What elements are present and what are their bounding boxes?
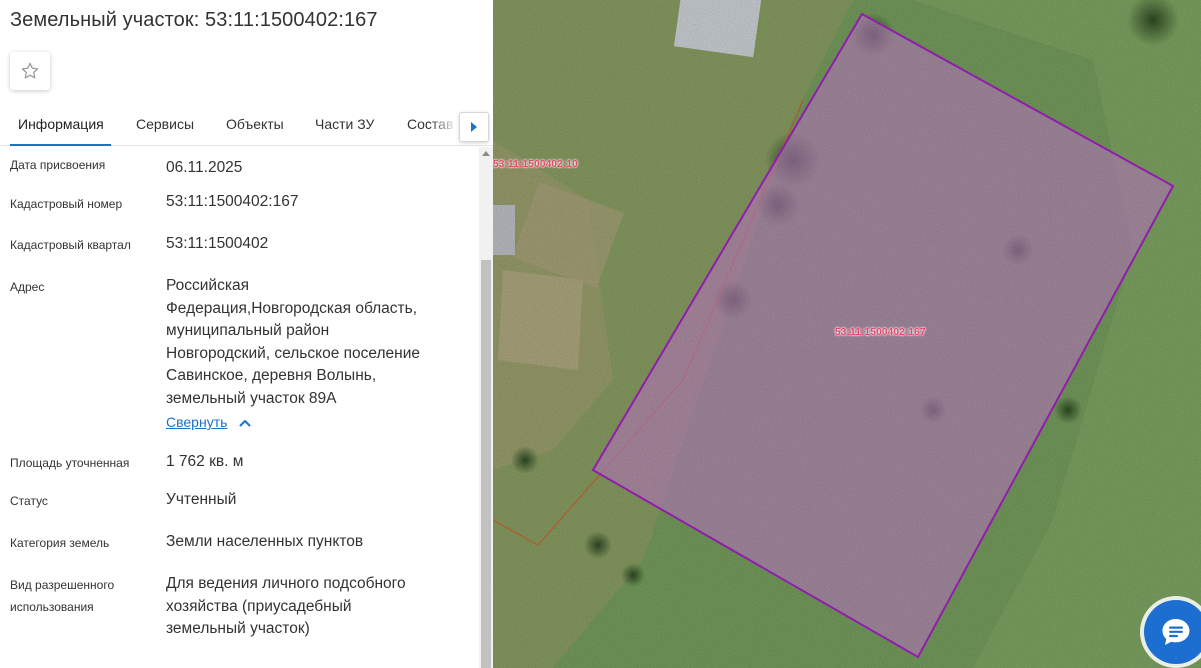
- tab-objects[interactable]: Объекты: [226, 116, 284, 132]
- info-value: 1 762 кв. м: [166, 453, 244, 470]
- tab-services[interactable]: Сервисы: [136, 116, 194, 132]
- info-value-line: Для ведения личного подсобного: [166, 575, 406, 592]
- info-label: Дата присвоения: [10, 158, 106, 172]
- tabs-scroll-right-button[interactable]: [459, 112, 489, 142]
- info-value: 06.11.2025: [166, 159, 243, 176]
- info-value: Для ведения личного подсобного хозяйства…: [166, 573, 466, 641]
- info-label: Статус: [10, 494, 48, 508]
- chat-bubble-icon: [1162, 619, 1190, 645]
- info-value: 53:11:1500402: [166, 235, 269, 252]
- chevron-up-icon[interactable]: [238, 416, 252, 430]
- tab-bar: Информация Сервисы Объекты Части ЗУ Сост…: [0, 104, 493, 146]
- info-value: Земли населенных пунктов: [166, 533, 364, 550]
- info-label-line: Вид разрешенного: [10, 578, 115, 592]
- chevron-right-icon: [471, 122, 477, 132]
- address-line: Новгородский, сельское поселение: [166, 344, 420, 362]
- info-label: Категория земель: [10, 536, 110, 550]
- info-label: Кадастровый квартал: [10, 238, 131, 252]
- address-line: муниципальный район: [166, 322, 330, 339]
- chat-button[interactable]: [1144, 600, 1201, 664]
- info-label: Адрес: [10, 280, 45, 294]
- tab-land-parts[interactable]: Части ЗУ: [315, 116, 374, 132]
- info-content: Дата присвоения 06.11.2025 Кадастровый н…: [0, 147, 479, 668]
- info-label: Кадастровый номер: [10, 197, 123, 211]
- info-value-line: хозяйства (приусадебный: [166, 597, 352, 615]
- scrollbar-thumb[interactable]: [481, 260, 491, 668]
- address-value: Российская Федерация,Новгородская област…: [166, 275, 466, 410]
- info-panel: Земельный участок: 53:11:1500402:167 Инф…: [0, 0, 493, 668]
- info-value: 53:11:1500402:167: [166, 193, 299, 210]
- address-line: земельный участок 89А: [166, 389, 337, 407]
- info-label: Вид разрешенного использования: [10, 574, 160, 618]
- info-value: Учтенный: [166, 491, 237, 508]
- address-line: Савинское, деревня Волынь,: [166, 367, 377, 384]
- tab-fade: [430, 104, 458, 145]
- favorite-button[interactable]: [10, 52, 50, 90]
- address-line: Федерация,Новгородская область,: [166, 299, 418, 317]
- collapse-link[interactable]: Свернуть: [166, 414, 227, 430]
- info-label: Площадь уточненная: [10, 456, 130, 470]
- address-line: Российская: [166, 277, 249, 294]
- neighbor-parcel-label: 53:11:1500402:10: [493, 159, 578, 170]
- panel-scrollbar[interactable]: [479, 147, 493, 668]
- active-tab-indicator: [10, 144, 111, 146]
- tab-information[interactable]: Информация: [18, 116, 104, 132]
- selected-parcel-label: 53:11:1500402:167: [835, 327, 926, 338]
- page-title: Земельный участок: 53:11:1500402:167: [10, 9, 378, 31]
- star-outline-icon: [21, 62, 39, 79]
- scroll-up-arrow[interactable]: [482, 151, 490, 156]
- info-label-line: использования: [10, 600, 94, 614]
- map-view[interactable]: 53:11:1500402:10 53:11:1500402:167: [493, 0, 1201, 668]
- info-value-line: земельный участок): [166, 620, 310, 637]
